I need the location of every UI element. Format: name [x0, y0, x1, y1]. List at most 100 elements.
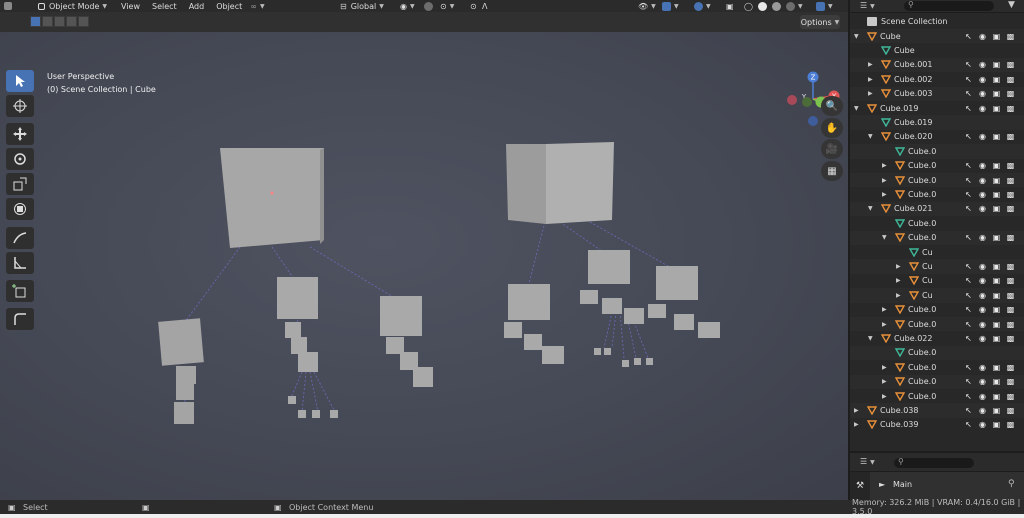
chevron-down-icon[interactable]: ▼ [854, 33, 859, 40]
monitor-icon[interactable]: ▣ [992, 190, 1001, 199]
render-camera-icon[interactable]: ▩ [1006, 305, 1015, 314]
chevron-down-icon[interactable]: ▼ [868, 133, 873, 140]
selectable-arrow-icon[interactable]: ↖ [964, 262, 973, 271]
eye-icon[interactable]: ◉ [978, 104, 987, 113]
pan-hand-icon[interactable]: ✋ [821, 118, 843, 138]
select-intersect-button[interactable] [78, 16, 89, 27]
render-camera-icon[interactable]: ▩ [1006, 132, 1015, 141]
outliner-row[interactable]: ▶ Cube.0 ↖ ◉ ▣ ▩ [850, 303, 1024, 317]
chevron-right-icon[interactable]: ▶ [868, 90, 873, 97]
render-camera-icon[interactable]: ▩ [1006, 233, 1015, 242]
selectable-arrow-icon[interactable]: ↖ [964, 305, 973, 314]
select-box-tool[interactable] [6, 70, 34, 92]
outliner-row[interactable]: ▼ Cube.022 ↖ ◉ ▣ ▩ [850, 331, 1024, 345]
visibility-dropdown[interactable]: 👁 ▼ [634, 0, 660, 12]
chevron-right-icon[interactable]: ▶ [868, 76, 873, 83]
render-camera-icon[interactable]: ▩ [1006, 32, 1015, 41]
render-camera-icon[interactable]: ▩ [1006, 334, 1015, 343]
3d-viewport[interactable]: User Perspective (0) Scene Collection | … [0, 32, 848, 500]
outliner-row[interactable]: Cu [850, 245, 1024, 259]
monitor-icon[interactable]: ▣ [992, 420, 1001, 429]
mode-dropdown[interactable]: Object Mode ▼ [16, 0, 111, 12]
properties-editor-icon[interactable]: ☰ ▼ [860, 457, 875, 466]
monitor-icon[interactable]: ▣ [992, 89, 1001, 98]
monitor-icon[interactable]: ▣ [992, 262, 1001, 271]
rotate-tool[interactable] [6, 148, 34, 170]
menu-object[interactable]: Object [212, 0, 246, 12]
cursor-tool[interactable] [6, 95, 34, 117]
selectable-arrow-icon[interactable]: ↖ [964, 334, 973, 343]
menu-view[interactable]: View [117, 0, 144, 12]
shading-rendered[interactable]: ▼ [782, 0, 807, 12]
chevron-down-icon[interactable]: ▼ [854, 105, 859, 112]
outliner-search-input[interactable]: ⚲ [904, 0, 994, 11]
render-camera-icon[interactable]: ▩ [1006, 291, 1015, 300]
selectable-arrow-icon[interactable]: ↖ [964, 233, 973, 242]
outliner-row[interactable]: Cube.0 [850, 144, 1024, 159]
xray-toggle[interactable]: ▣ [722, 0, 738, 12]
outliner-row[interactable]: Cube.0 [850, 216, 1024, 230]
snap-toggle[interactable] [420, 0, 437, 12]
chevron-right-icon[interactable]: ▶ [896, 277, 901, 284]
monitor-icon[interactable]: ▣ [992, 320, 1001, 329]
outliner-row[interactable]: ▼ Cube.0 ↖ ◉ ▣ ▩ [850, 230, 1024, 245]
outliner-row[interactable]: ▶ Cube.0 ↖ ◉ ▣ ▩ [850, 374, 1024, 389]
eye-icon[interactable]: ◉ [978, 233, 987, 242]
outliner-editor-icon[interactable]: ☰ ▼ [860, 1, 875, 10]
chevron-right-icon[interactable]: ▶ [882, 177, 887, 184]
monitor-icon[interactable]: ▣ [992, 406, 1001, 415]
options-button[interactable]: Options ▼ [800, 15, 840, 29]
overlays-toggle[interactable]: ▼ [690, 0, 715, 12]
outliner-row[interactable]: ▶ Cube.003 ↖ ◉ ▣ ▩ [850, 86, 1024, 101]
render-camera-icon[interactable]: ▩ [1006, 190, 1015, 199]
selectable-arrow-icon[interactable]: ↖ [964, 204, 973, 213]
eye-icon[interactable]: ◉ [978, 262, 987, 271]
eye-icon[interactable]: ◉ [978, 334, 987, 343]
outliner-row[interactable]: ▶ Cube.0 ↖ ◉ ▣ ▩ [850, 159, 1024, 173]
eye-icon[interactable]: ◉ [978, 420, 987, 429]
properties-search-input[interactable]: ⚲ [894, 457, 974, 468]
outliner-row[interactable]: ▶ Cube.002 ↖ ◉ ▣ ▩ [850, 72, 1024, 86]
chevron-right-icon[interactable]: ▶ [882, 162, 887, 169]
eye-icon[interactable]: ◉ [978, 320, 987, 329]
eye-icon[interactable]: ◉ [978, 204, 987, 213]
render-camera-icon[interactable]: ▩ [1006, 392, 1015, 401]
scale-tool[interactable] [6, 173, 34, 195]
chevron-right-icon[interactable]: ▶ [854, 421, 859, 428]
eye-icon[interactable]: ◉ [978, 276, 987, 285]
link-icon[interactable]: ∞ ▼ [246, 0, 268, 12]
measure-tool[interactable] [6, 252, 34, 274]
selectable-arrow-icon[interactable]: ↖ [964, 420, 973, 429]
monitor-icon[interactable]: ▣ [992, 305, 1001, 314]
select-new-button[interactable] [30, 16, 41, 27]
outliner-row[interactable]: ▶ Cube.0 ↖ ◉ ▣ ▩ [850, 360, 1024, 374]
tool-tab-icon[interactable]: ⚒ [856, 481, 864, 491]
pivot-point-dropdown[interactable]: ◉ ▼ [396, 0, 419, 12]
monitor-icon[interactable]: ▣ [992, 75, 1001, 84]
chevron-down-icon[interactable]: ▼ [868, 335, 873, 342]
selectable-arrow-icon[interactable]: ↖ [964, 276, 973, 285]
monitor-icon[interactable]: ▣ [992, 104, 1001, 113]
transform-tool[interactable] [6, 198, 34, 220]
render-camera-icon[interactable]: ▩ [1006, 60, 1015, 69]
eye-icon[interactable]: ◉ [978, 75, 987, 84]
render-camera-icon[interactable]: ▩ [1006, 363, 1015, 372]
chevron-right-icon[interactable]: ▶ [896, 263, 901, 270]
outliner-row[interactable]: ▶ Cube.0 ↖ ◉ ▣ ▩ [850, 317, 1024, 332]
move-tool[interactable] [6, 123, 34, 145]
transform-orientation-dropdown[interactable]: ⊟ Global ▼ [336, 0, 388, 12]
camera-icon[interactable]: 🎥 [821, 139, 843, 159]
select-invert-button[interactable] [66, 16, 77, 27]
outliner-row[interactable]: ▼ Cube.021 ↖ ◉ ▣ ▩ [850, 201, 1024, 217]
bevel-tool[interactable] [6, 308, 34, 330]
outliner-row[interactable]: Cube.019 [850, 115, 1024, 130]
monitor-icon[interactable]: ▣ [992, 377, 1001, 386]
eye-icon[interactable]: ◉ [978, 190, 987, 199]
eye-icon[interactable]: ◉ [978, 392, 987, 401]
selectable-arrow-icon[interactable]: ↖ [964, 161, 973, 170]
menu-add[interactable]: Add [185, 0, 209, 12]
chevron-right-icon[interactable]: ▶ [882, 191, 887, 198]
render-camera-icon[interactable]: ▩ [1006, 406, 1015, 415]
render-camera-icon[interactable]: ▩ [1006, 276, 1015, 285]
falloff-dropdown[interactable]: Λ [478, 0, 491, 12]
